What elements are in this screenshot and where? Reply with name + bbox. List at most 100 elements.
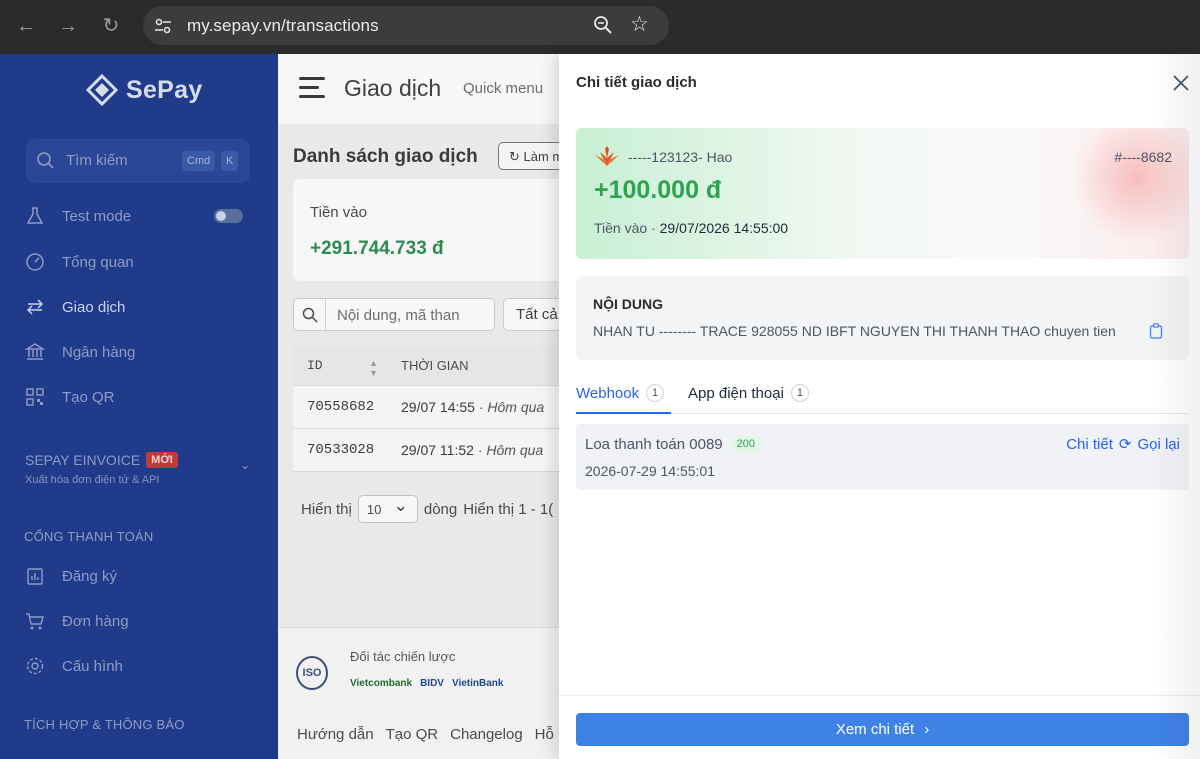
kbd-k: K <box>221 151 239 171</box>
back-arrow-icon[interactable]: ← <box>12 12 40 40</box>
view-detail-label: Xem chi tiết <box>835 721 915 738</box>
tab-count: 1 <box>646 384 665 402</box>
chevron-right-icon: › <box>924 721 930 738</box>
pagination: Hiển thị 10 dòng Hiển thị 1 - 1( <box>301 495 553 523</box>
transaction-summary-card: -----123123- Hao #----8682 +100.000 đ Ti… <box>576 128 1189 259</box>
decorative-blob <box>1066 128 1189 238</box>
footer-link[interactable]: Hỗ <box>535 726 554 743</box>
sidebar-item-label: Đăng ký <box>62 567 118 585</box>
sepay-logo[interactable]: SePay <box>86 72 203 108</box>
refresh-label: Làm m <box>523 149 564 164</box>
cart-icon <box>24 610 46 632</box>
webhook-name-row: Loa thanh toán 0089 200 <box>585 435 762 453</box>
einvoice-section[interactable]: SEPAY EINVOICE MỚI <box>25 452 178 468</box>
transfer-arrows-icon <box>24 296 46 318</box>
tab-label: Webhook <box>576 384 640 402</box>
table-row[interactable]: 70558682 29/07 14:55 · Hôm qua <box>293 386 561 429</box>
payment-gateway-heading: CỔNG THANH TOÁN <box>24 529 154 544</box>
search-icon <box>302 307 318 323</box>
bookmark-star-icon[interactable]: ☆ <box>630 13 649 37</box>
footer-link[interactable]: Hướng dẫn <box>297 726 374 743</box>
cell-id: 70558682 <box>307 399 375 415</box>
filter-all-select[interactable]: Tất cả <box>503 298 563 331</box>
reload-icon[interactable]: ↻ <box>97 12 125 40</box>
sidebar-item-label: Tổng quan <box>62 253 134 271</box>
site-settings-icon[interactable] <box>153 16 173 36</box>
list-title: Danh sách giao dịch <box>293 146 478 167</box>
qr-icon <box>24 386 46 408</box>
hamburger-menu-icon[interactable] <box>299 77 325 99</box>
filter-placeholder: Nội dung, mã than <box>337 307 460 324</box>
zoom-icon[interactable] <box>593 15 613 35</box>
sidebar: SePay Tìm kiếm Cmd K Test mode Tổng quan… <box>0 54 278 759</box>
new-badge: MỚI <box>146 452 178 468</box>
cell-time: 29/07 11:52 · Hôm qua <box>401 442 544 458</box>
webhook-actions: Chi tiết ⟳ Gọi lại <box>1066 435 1180 454</box>
pager-range: Hiển thị 1 - 1( <box>463 500 554 518</box>
tab-label: App điện thoại <box>688 384 784 402</box>
column-header-time[interactable]: THỜI GIAN <box>401 358 468 373</box>
view-detail-button[interactable]: Xem chi tiết › <box>576 713 1189 746</box>
copy-icon[interactable] <box>1149 323 1163 339</box>
footer-link[interactable]: Tạo QR <box>386 726 439 743</box>
table-header: ID ▲ ▼ THỜI GIAN <box>293 346 561 386</box>
browser-toolbar: ← → ↻ my.sepay.vn/transactions ☆ <box>0 0 1200 54</box>
cell-id: 70533028 <box>307 442 375 458</box>
filter-search-input[interactable]: Nội dung, mã than <box>293 298 495 331</box>
table-row[interactable]: 70533028 29/07 11:52 · Hôm qua <box>293 429 561 472</box>
iso-badge: ISO <box>296 656 328 690</box>
sidebar-item-label: Đơn hàng <box>62 612 129 630</box>
transaction-ref: #----8682 <box>1114 149 1172 165</box>
webhook-retry-link[interactable]: Gọi lại <box>1137 436 1180 453</box>
address-bar[interactable]: my.sepay.vn/transactions ☆ <box>143 6 669 45</box>
einvoice-subtitle: Xuất hóa đơn điện tử & API <box>25 474 160 486</box>
forward-arrow-icon[interactable]: → <box>54 12 82 40</box>
footer-link[interactable]: Changelog <box>450 726 523 743</box>
sidebar-item-orders[interactable]: Đơn hàng <box>24 606 129 636</box>
sidebar-item-label: Tạo QR <box>62 388 115 406</box>
sidebar-item-test-mode[interactable]: Test mode <box>24 201 131 231</box>
content-heading: NỘI DUNG <box>593 296 663 312</box>
retry-icon[interactable]: ⟳ <box>1119 435 1132 453</box>
transaction-content-box: NỘI DUNG NHAN TU -------- TRACE 928055 N… <box>576 276 1189 360</box>
transaction-detail-drawer: Chi tiết giao dịch -----123123- Hao #---… <box>559 54 1200 759</box>
income-stat-card: Tiền vào +291.744.733 đ <box>293 179 583 281</box>
sidebar-item-settings[interactable]: Cấu hình <box>24 651 123 681</box>
sort-icon[interactable]: ▲ ▼ <box>369 358 378 378</box>
tab-webhook[interactable]: Webhook 1 <box>576 384 665 402</box>
sidebar-item-label: Cấu hình <box>62 657 123 675</box>
search-placeholder: Tìm kiếm <box>66 152 128 169</box>
kbd-cmd: Cmd <box>182 151 216 171</box>
test-mode-toggle[interactable] <box>214 209 243 223</box>
pager-rows-label: dòng <box>423 500 458 518</box>
divider <box>325 299 326 330</box>
sidebar-item-bank[interactable]: Ngân hàng <box>24 337 135 367</box>
partner-label: Đối tác chiến lược <box>350 649 456 664</box>
transactions-table: ID ▲ ▼ THỜI GIAN 70558682 29/07 14:55 · H… <box>293 346 561 472</box>
stat-value: +291.744.733 đ <box>310 238 444 259</box>
flask-icon <box>24 205 46 227</box>
column-header-id[interactable]: ID <box>307 358 323 373</box>
per-page-select[interactable]: 10 <box>357 495 418 523</box>
chevron-down-icon[interactable]: ⌄ <box>240 458 250 472</box>
integration-heading: TÍCH HỢP & THÔNG BÁO <box>24 717 185 732</box>
footer-links: Hướng dẫn Tạo QR Changelog Hỗ <box>297 726 554 743</box>
quick-menu-button[interactable]: Quick menu <box>463 80 543 97</box>
sidebar-item-overview[interactable]: Tổng quan <box>24 247 134 277</box>
pager-show-label: Hiển thị <box>301 500 352 518</box>
cell-time: 29/07 14:55 · Hôm qua <box>401 399 545 415</box>
einvoice-title: SEPAY EINVOICE <box>25 452 141 468</box>
partner-banks: Vietcombank BIDV VietinBank <box>350 678 503 689</box>
tab-app[interactable]: App điện thoại 1 <box>688 384 809 402</box>
sidebar-item-register[interactable]: Đăng ký <box>24 561 117 591</box>
url-text[interactable]: my.sepay.vn/transactions <box>187 16 379 36</box>
sidebar-item-transactions[interactable]: Giao dịch <box>24 292 125 322</box>
sidebar-item-qr[interactable]: Tạo QR <box>24 382 115 412</box>
webhook-detail-link[interactable]: Chi tiết <box>1066 436 1113 453</box>
bank-logo-vietcombank: Vietcombank <box>350 678 413 689</box>
sidebar-item-label: Test mode <box>62 207 132 225</box>
sidebar-search[interactable]: Tìm kiếm Cmd K <box>26 139 250 183</box>
close-icon[interactable] <box>1170 72 1192 94</box>
tab-count: 1 <box>790 384 809 402</box>
settings-icon <box>24 655 46 677</box>
